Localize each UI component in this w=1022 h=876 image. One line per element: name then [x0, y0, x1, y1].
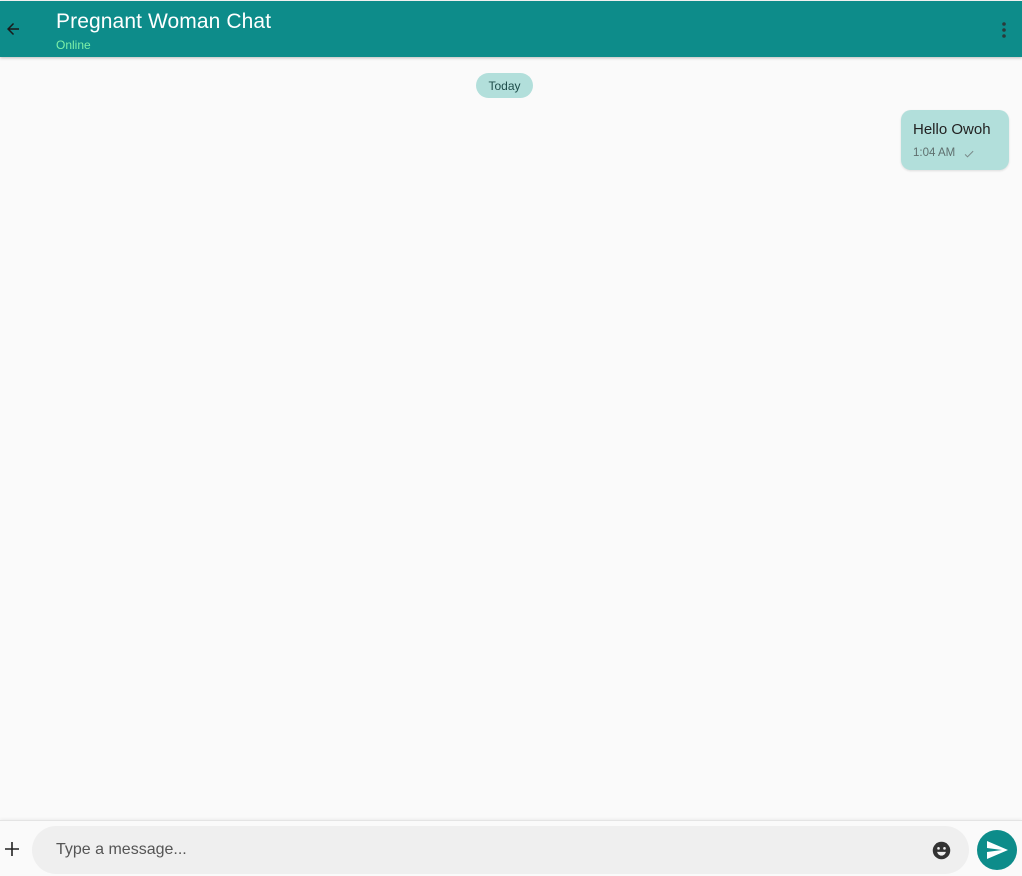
online-status: Online — [56, 38, 91, 52]
message-time: 1:04 AM — [913, 147, 956, 159]
back-button[interactable] — [0, 11, 26, 47]
arrow-left-icon — [7, 23, 19, 35]
send-icon — [987, 841, 1008, 859]
plus-icon — [5, 842, 19, 856]
check-icon — [964, 150, 974, 158]
send-button[interactable] — [977, 830, 1017, 870]
outgoing-message-bubble[interactable]: Hello Owoh 1:04 AM — [901, 110, 1009, 170]
emoji-button[interactable] — [930, 839, 952, 861]
message-input[interactable] — [56, 826, 916, 874]
chat-header: Pregnant Woman Chat Online — [0, 1, 1022, 57]
attach-button[interactable] — [2, 839, 22, 859]
chat-screen: Pregnant Woman Chat Online Today Hello O… — [0, 0, 1022, 876]
message-list[interactable]: Today Hello Owoh 1:04 AM — [0, 57, 1022, 820]
chat-title: Pregnant Woman Chat — [56, 10, 272, 33]
more-vert-icon — [1002, 22, 1006, 38]
message-input-container — [32, 826, 969, 874]
more-options-button[interactable] — [992, 17, 1016, 43]
composer-bar — [0, 820, 1022, 876]
message-text: Hello Owoh — [913, 121, 991, 138]
emoji-icon — [932, 841, 950, 859]
date-separator: Today — [476, 73, 533, 98]
